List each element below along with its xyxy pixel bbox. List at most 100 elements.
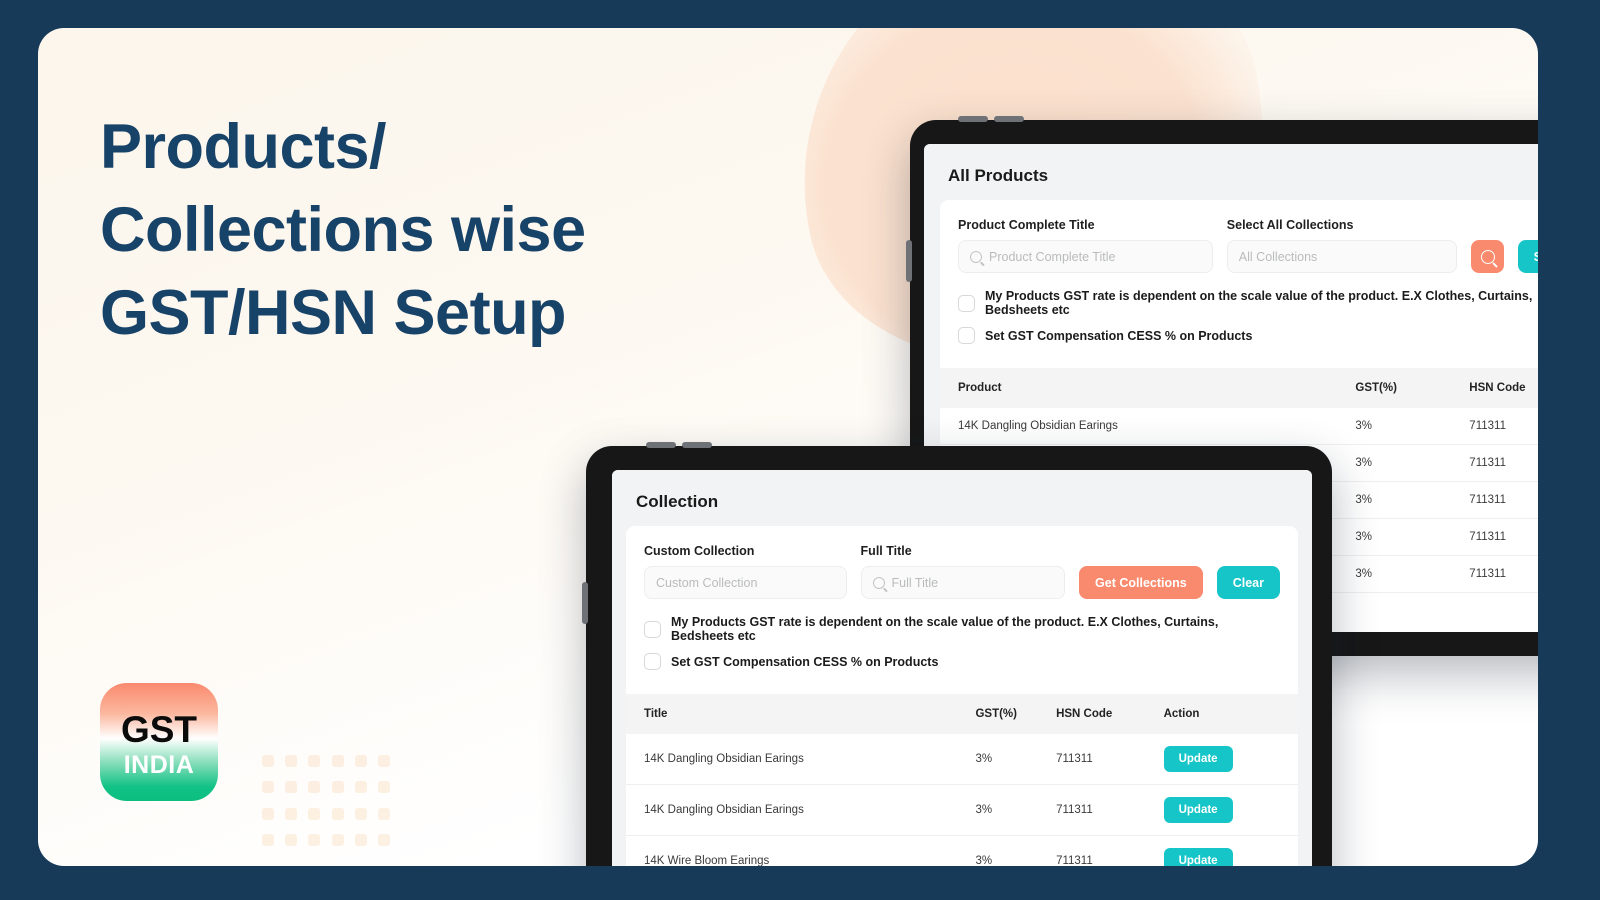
- all-collections-placeholder: All Collections: [1238, 249, 1318, 264]
- grid-dot: [378, 807, 391, 820]
- field-full-title: Full Title Full Title: [860, 544, 1066, 599]
- grid-dot: [261, 755, 274, 768]
- tablet-volume-down-button: [994, 116, 1024, 122]
- grid-dot: [354, 781, 367, 794]
- grid-dot: [378, 781, 391, 794]
- grid-dot: [331, 807, 344, 820]
- grid-dot: [331, 755, 344, 768]
- gst-india-logo: GST INDIA: [100, 683, 218, 801]
- table-header-row: Product GST(%) HSN Code: [940, 368, 1538, 408]
- grid-dot: [378, 833, 391, 846]
- cell-hsn: 711311: [1469, 555, 1538, 593]
- cell-gst: 3%: [1355, 408, 1470, 445]
- checkbox-row-cess[interactable]: Set GST Compensation CESS % on Products: [958, 327, 1538, 344]
- cell-gst: 3%: [1355, 481, 1470, 519]
- grid-dot: [261, 807, 274, 820]
- column-header-gst: GST(%): [1355, 368, 1470, 408]
- cell-title: 14K Dangling Obsidian Earings: [940, 408, 1356, 445]
- checkbox-row-scale-value[interactable]: My Products GST rate is dependent on the…: [958, 289, 1538, 317]
- cell-hsn: 711311: [1469, 481, 1538, 519]
- checkbox-label-cess: Set GST Compensation CESS % on Products: [985, 328, 1253, 343]
- column-header-product: Product: [940, 368, 1356, 408]
- grid-dot: [284, 807, 297, 820]
- collection-panel: Collection Custom Collection Custom Coll…: [612, 470, 1312, 866]
- update-button[interactable]: Update: [1163, 848, 1233, 866]
- clear-button[interactable]: Clear: [1216, 566, 1280, 599]
- search-icon-button[interactable]: [1471, 240, 1504, 273]
- grid-dot: [354, 833, 367, 846]
- product-complete-title-input[interactable]: Product Complete Title: [958, 240, 1213, 273]
- grid-dot: [308, 833, 321, 846]
- checkbox-cess[interactable]: [644, 653, 661, 670]
- cell-hsn: 711311: [1469, 408, 1538, 445]
- all-collections-input[interactable]: All Collections: [1226, 240, 1458, 273]
- logo-text-india: INDIA: [123, 750, 195, 779]
- grid-dot: [331, 833, 344, 846]
- cell-gst: 3%: [975, 734, 1057, 785]
- collection-title: Collection: [636, 492, 719, 511]
- dot-grid-decoration: [256, 748, 396, 853]
- column-header-title: Title: [626, 694, 976, 734]
- cell-title: 14K Wire Bloom Earings: [626, 835, 976, 866]
- collection-checkbox-group: My Products GST rate is dependent on the…: [626, 599, 1298, 684]
- label-select-all-collections: Select All Collections: [1226, 218, 1354, 232]
- search-icon: [1480, 249, 1495, 264]
- tablet-power-button: [582, 582, 588, 624]
- tablet-collection: Collection Custom Collection Custom Coll…: [582, 442, 1332, 866]
- custom-collection-input[interactable]: Custom Collection: [644, 566, 847, 599]
- column-header-action: Action: [1163, 694, 1298, 734]
- full-title-input[interactable]: Full Title: [860, 566, 1066, 599]
- cell-gst: 3%: [1355, 555, 1470, 593]
- all-products-form-row: Product Complete Title Product Complete …: [940, 218, 1538, 273]
- collection-table-body: 14K Dangling Obsidian Earings 3% 711311 Upd…: [626, 734, 1298, 866]
- navy-background-frame: Products/ Collections wise GST/HSN Setup…: [0, 0, 1600, 900]
- tablet-screen-collection: Collection Custom Collection Custom Coll…: [612, 470, 1312, 866]
- cell-hsn: 711311: [1469, 444, 1538, 482]
- cell-gst: 3%: [975, 784, 1057, 836]
- field-select-all-collections: Select All Collections All Collections: [1226, 218, 1458, 273]
- field-product-complete-title: Product Complete Title Product Complete …: [958, 218, 1213, 273]
- cell-gst: 3%: [1355, 518, 1470, 556]
- cell-gst: 3%: [975, 835, 1057, 866]
- cell-gst: 3%: [1355, 444, 1470, 482]
- logo-text-gst: GST: [120, 708, 198, 750]
- checkbox-label-scale-value: My Products GST rate is dependent on the…: [985, 289, 1533, 317]
- cell-hsn: 711311: [1056, 734, 1164, 785]
- product-complete-title-placeholder: Product Complete Title: [989, 249, 1116, 264]
- grid-dot: [284, 755, 297, 768]
- checkbox-row-scale-value[interactable]: My Products GST rate is dependent on the…: [644, 615, 1280, 643]
- grid-dot: [308, 781, 321, 794]
- cell-title: 14K Dangling Obsidian Earings: [626, 784, 976, 836]
- get-collections-button[interactable]: Get Collections: [1079, 566, 1203, 599]
- checkbox-row-cess[interactable]: Set GST Compensation CESS % on Products: [644, 653, 1280, 670]
- update-button[interactable]: Update: [1163, 746, 1233, 772]
- tablet-volume-up-button: [958, 116, 988, 122]
- label-custom-collection: Custom Collection: [644, 544, 755, 558]
- checkbox-cess[interactable]: [958, 327, 975, 344]
- grid-dot: [261, 833, 274, 846]
- grid-dot: [284, 833, 297, 846]
- cell-hsn: 711311: [1056, 784, 1164, 836]
- cell-title: 14K Dangling Obsidian Earings: [626, 734, 976, 785]
- search-icon: [872, 576, 885, 589]
- checkbox-scale-value[interactable]: [644, 620, 661, 638]
- grid-dot: [331, 781, 344, 794]
- grid-dot: [261, 781, 274, 794]
- custom-collection-placeholder: Custom Collection: [656, 575, 758, 590]
- table-row: 14K Wire Bloom Earings 3% 711311 Update: [626, 835, 1298, 866]
- grid-dot: [354, 755, 367, 768]
- promo-card: Products/ Collections wise GST/HSN Setup…: [38, 28, 1538, 866]
- collection-body: Custom Collection Custom Collection Full…: [626, 526, 1298, 866]
- grid-dot: [378, 755, 391, 768]
- checkbox-scale-value[interactable]: [958, 294, 975, 312]
- column-header-hsn: HSN Code: [1469, 368, 1538, 408]
- submit-button[interactable]: Submit: [1517, 240, 1538, 273]
- all-products-table-head: Product GST(%) HSN Code: [940, 368, 1538, 408]
- collection-table-head: Title GST(%) HSN Code Action: [626, 694, 1298, 734]
- grid-dot: [308, 807, 321, 820]
- table-row: 14K Dangling Obsidian Earings 3% 711311 Upd…: [626, 734, 1298, 785]
- page-title: Products/ Collections wise GST/HSN Setup: [100, 112, 586, 349]
- tablet-volume-down-button: [682, 442, 712, 448]
- update-button[interactable]: Update: [1163, 797, 1233, 823]
- tablet-volume-up-button: [646, 442, 676, 448]
